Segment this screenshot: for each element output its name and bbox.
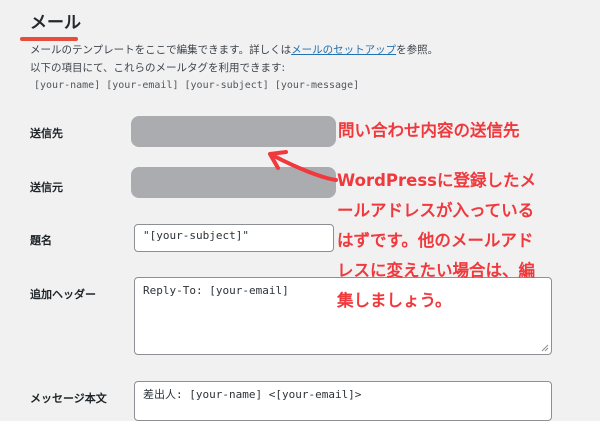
resize-handle-icon[interactable] [541, 344, 549, 352]
callout-line: レスに変えたい場合は、編 [337, 261, 535, 280]
section-title: メール [30, 13, 81, 33]
annotation-arrow-icon [268, 150, 338, 182]
from-label: 送信元 [30, 181, 63, 194]
mail-setup-link[interactable]: メールのセットアップ [291, 44, 396, 56]
additional-headers-label: 追加ヘッダー [30, 288, 96, 301]
description-prefix: メールのテンプレートをここで編集できます。詳しくは [30, 44, 292, 56]
callout-line: 集しましょう。 [337, 291, 452, 310]
callout-line: WordPressに登録したメ [337, 171, 536, 190]
mail-tags-list: [your-name] [your-email] [your-subject] … [34, 80, 360, 91]
mail-tags-intro: 以下の項目にて、これらのメールタグを利用できます: [30, 62, 286, 74]
description-suffix: を参照。 [396, 44, 439, 56]
callout-line: はずです。他のメールアド [337, 231, 534, 250]
callout-line: ールアドレスが入っている [337, 201, 535, 220]
annotation-callout-body: WordPressに登録したメ ールアドレスが入っている はずです。他のメールア… [337, 166, 536, 316]
subject-label: 題名 [30, 234, 52, 247]
message-body-label: メッセージ本文 [30, 392, 107, 405]
to-label: 送信先 [30, 127, 63, 140]
section-description: メールのテンプレートをここで編集できます。詳しくはメールのセットアップを参照。 [30, 42, 438, 57]
title-underline-marker [20, 37, 78, 41]
headers-text: Reply-To: [your-email] [143, 284, 289, 297]
annotation-callout-top: 問い合わせ内容の送信先 [338, 121, 520, 140]
body-text: 差出人: [your-name] <[your-email]> [143, 388, 362, 401]
subject-input[interactable]: "[your-subject]" [134, 224, 334, 252]
message-body-textarea[interactable]: 差出人: [your-name] <[your-email]> [134, 381, 552, 421]
